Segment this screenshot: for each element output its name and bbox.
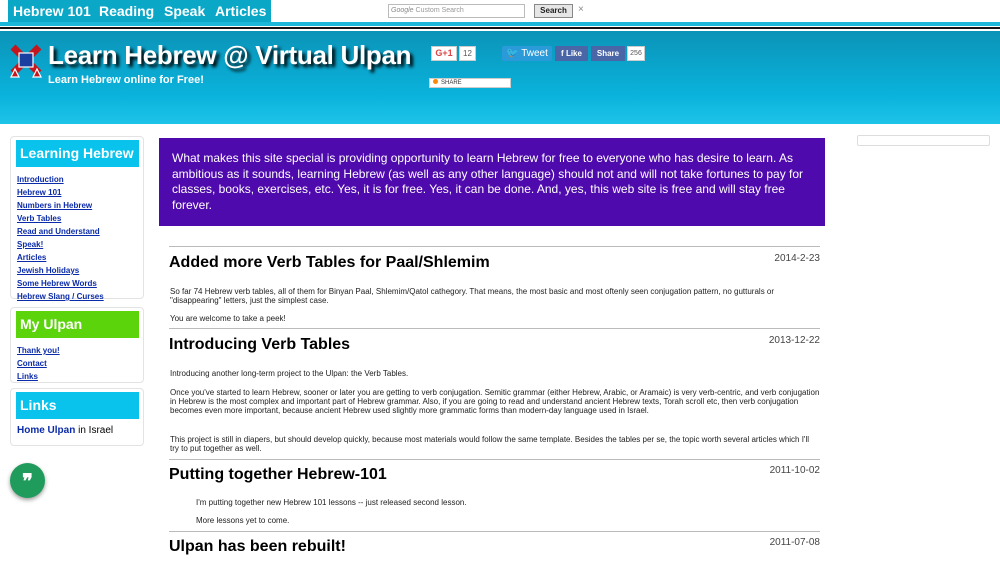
home-ulpan-link[interactable]: Home Ulpan — [17, 425, 75, 436]
post-divider — [169, 531, 820, 532]
post-divider — [169, 246, 820, 247]
post-paragraph: This project is still in diapers, but sh… — [170, 435, 810, 453]
sidebar-item-verb-tables[interactable]: Verb Tables — [17, 212, 143, 225]
sidebar-learning-box: Learning Hebrew Introduction Hebrew 101 … — [10, 136, 144, 301]
post-paragraph: Introducing another long-term project to… — [170, 369, 409, 378]
sidebar-item-read-understand[interactable]: Read and Understand — [17, 225, 143, 238]
site-logo-icon[interactable] — [9, 43, 43, 79]
sidebar-links-box: Links Home Ulpan in Israel — [10, 388, 144, 446]
nav-tab-articles[interactable]: Articles — [210, 0, 272, 22]
sidebar-item-speak[interactable]: Speak! — [17, 238, 143, 251]
sidebar-links-heading: Links — [16, 392, 139, 419]
tweet-label: Tweet — [521, 48, 548, 59]
post-paragraph: More lessons yet to come. — [196, 516, 290, 525]
post-date: 2011-10-02 — [769, 465, 820, 476]
sidebar-ulpan-box: My Ulpan Thank you! Contact Links — [10, 307, 144, 383]
search-input[interactable]: Google Custom Search — [388, 4, 525, 18]
sidebar-item-hebrew-words[interactable]: Some Hebrew Words — [17, 277, 143, 290]
site-subtitle: Learn Hebrew online for Free! — [48, 74, 204, 86]
sidebar-item-jewish-holidays[interactable]: Jewish Holidays — [17, 264, 143, 277]
post-title[interactable]: Ulpan has been rebuilt! — [169, 538, 346, 556]
sidebar-item-hebrew-101[interactable]: Hebrew 101 — [17, 186, 143, 199]
sidebar-item-introduction[interactable]: Introduction — [17, 173, 143, 186]
sidebar-ulpan-heading: My Ulpan — [16, 311, 139, 338]
search-placeholder: Custom Search — [415, 7, 464, 14]
facebook-share-button[interactable]: Share — [591, 46, 625, 61]
post-title[interactable]: Introducing Verb Tables — [169, 336, 350, 354]
post-divider — [169, 459, 820, 460]
google-plus-button[interactable]: G+1 — [431, 46, 457, 61]
intro-banner: What makes this site special is providin… — [159, 138, 825, 226]
site-title[interactable]: Learn Hebrew @ Virtual Ulpan — [48, 40, 412, 71]
post-paragraph: I'm putting together new Hebrew 101 less… — [196, 498, 467, 507]
post-date: 2011-07-08 — [769, 537, 820, 548]
sidebar-item-contact[interactable]: Contact — [17, 357, 143, 370]
nav-tab-hebrew-101[interactable]: Hebrew 101 — [8, 0, 96, 22]
facebook-like-label: Like — [565, 49, 582, 58]
sidebar-item-slang-curses[interactable]: Hebrew Slang / Curses — [17, 290, 143, 303]
search-button[interactable]: Search — [534, 4, 573, 18]
tweet-button[interactable]: 🐦 Tweet — [502, 46, 552, 61]
sidebar-learning-heading: Learning Hebrew — [16, 140, 139, 167]
sidebar-item-links[interactable]: Links — [17, 370, 143, 383]
sidebar-item-articles[interactable]: Articles — [17, 251, 143, 264]
facebook-like-button[interactable]: f Like — [555, 46, 588, 61]
search-brand: Google — [391, 7, 414, 14]
sidebar-item-numbers[interactable]: Numbers in Hebrew — [17, 199, 143, 212]
post-paragraph: Once you've started to learn Hebrew, soo… — [170, 388, 820, 415]
quote-icon[interactable]: ❞ — [10, 463, 45, 498]
facebook-share-count: 256 — [627, 46, 645, 61]
post-date: 2014-2-23 — [774, 253, 820, 264]
post-title[interactable]: Added more Verb Tables for Paal/Shlemim — [169, 254, 490, 272]
top-navigation: Hebrew 101 Reading Speak Articles Google… — [0, 0, 1000, 22]
nav-tab-speak[interactable]: Speak — [159, 0, 211, 22]
share-icon — [433, 79, 438, 84]
post-title[interactable]: Putting together Hebrew-101 — [169, 466, 387, 484]
header-stripe — [0, 22, 1000, 26]
home-ulpan-text: Home Ulpan in Israel — [17, 425, 143, 436]
share-label: SHARE — [441, 80, 462, 86]
post-paragraph: So far 74 Hebrew verb tables, all of the… — [170, 287, 775, 305]
addthis-share-button[interactable]: SHARE — [429, 78, 511, 88]
nav-tab-reading[interactable]: Reading — [94, 0, 160, 22]
twitter-bird-icon: 🐦 — [506, 48, 522, 59]
home-ulpan-suffix: in Israel — [75, 425, 114, 436]
post-date: 2013-12-22 — [768, 335, 820, 346]
post-paragraph: You are welcome to take a peek! — [170, 314, 286, 323]
clear-search-icon[interactable]: × — [578, 4, 584, 16]
sidebar-item-thank-you[interactable]: Thank you! — [17, 344, 143, 357]
post-divider — [169, 328, 820, 329]
right-sidebar-box — [857, 135, 990, 146]
google-plus-count: 12 — [459, 46, 476, 61]
